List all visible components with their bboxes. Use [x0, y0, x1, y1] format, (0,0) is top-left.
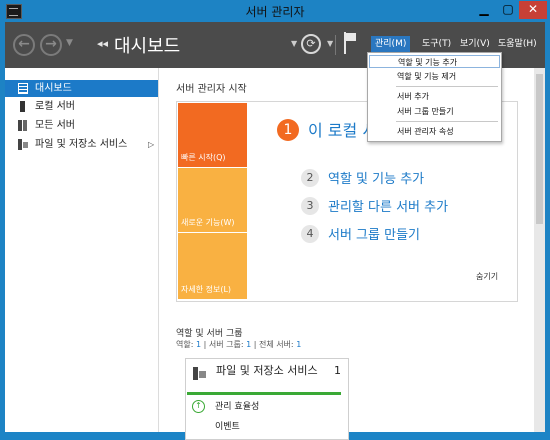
refresh-dropdown-icon[interactable]: ▼: [327, 39, 333, 48]
menu-manage[interactable]: 관리(M): [371, 36, 411, 53]
menu-item-add-servers[interactable]: 서버 추가: [369, 90, 500, 103]
maximize-button[interactable]: ▢: [497, 1, 519, 19]
card-row-manageability[interactable]: ↑ 관리 효율성: [192, 399, 259, 413]
menu-separator: [396, 86, 498, 87]
expand-arrow-icon[interactable]: ▷: [148, 136, 154, 153]
scrollbar-thumb[interactable]: [536, 74, 543, 224]
breadcrumb-dropdown-icon[interactable]: ▼: [291, 39, 297, 48]
title-bar[interactable]: 서버 관리자 ▁ ▢ ✕: [0, 0, 550, 22]
server-icon: [20, 101, 25, 112]
servers-icon: [18, 120, 28, 131]
groups-count-label: 서버 그룹:: [208, 340, 247, 349]
sidebar-item-label: 로컬 서버: [35, 101, 75, 112]
menu-item-label: 서버 그룹 만들기: [397, 107, 454, 116]
tile-label: 자세한 정보(L): [181, 285, 232, 294]
menu-tools[interactable]: 도구(T): [418, 36, 455, 53]
card-count: 1: [334, 364, 341, 377]
total-count: 1: [296, 340, 302, 349]
status-bar: [187, 392, 341, 395]
forward-button[interactable]: →: [40, 34, 62, 56]
menu-item-label: 역할 및 기능 추가: [398, 58, 458, 67]
breadcrumb-arrows-icon: ◂◂: [97, 37, 109, 50]
welcome-title: 서버 관리자 시작: [176, 84, 247, 95]
sidebar-item-label: 모든 서버: [35, 120, 75, 131]
tile-quick-start[interactable]: 빠른 시작(Q): [178, 103, 247, 167]
step-4-number: 4: [301, 225, 319, 243]
menu-view[interactable]: 보기(V): [456, 36, 494, 53]
sidebar-item-local-server[interactable]: 로컬 서버: [5, 98, 158, 115]
step-3-number: 3: [301, 197, 319, 215]
menu-item-label: 서버 추가: [397, 92, 429, 101]
count-separator: |: [251, 340, 259, 349]
breadcrumb: 대시보드: [114, 36, 181, 57]
step-2-number: 2: [301, 169, 319, 187]
status-up-icon: ↑: [192, 400, 205, 413]
role-card-file-storage[interactable]: 파일 및 저장소 서비스 1 ↑ 관리 효율성 이벤트: [185, 358, 349, 440]
menu-item-label: 역할 및 기능 제거: [397, 72, 457, 81]
file-storage-icon: [193, 367, 207, 380]
sidebar-item-label: 대시보드: [35, 83, 72, 94]
sidebar-item-label: 파일 및 저장소 서비스: [35, 139, 128, 150]
step-3-link[interactable]: 관리할 다른 서버 추가: [328, 196, 448, 215]
card-title: 파일 및 저장소 서비스: [216, 364, 318, 377]
card-row-label: 관리 효율성: [215, 402, 260, 412]
vertical-scrollbar[interactable]: [534, 68, 545, 432]
sidebar-item-file-storage[interactable]: 파일 및 저장소 서비스 ▷: [5, 136, 158, 153]
tile-label: 빠른 시작(Q): [181, 153, 226, 162]
menu-item-label: 서버 관리자 속성: [397, 127, 454, 136]
step-4-link[interactable]: 서버 그룹 만들기: [328, 224, 420, 243]
sidebar-item-all-servers[interactable]: 모든 서버: [5, 117, 158, 134]
menu-item-remove-roles[interactable]: 역할 및 기능 제거: [369, 70, 500, 83]
tile-learn-more[interactable]: 자세한 정보(L): [178, 233, 247, 299]
hide-link[interactable]: 숨기기: [476, 271, 498, 282]
minimize-button[interactable]: ▁: [473, 1, 495, 19]
count-separator: |: [201, 340, 209, 349]
sidebar-item-dashboard[interactable]: 대시보드: [5, 80, 158, 97]
file-storage-icon: [18, 139, 28, 150]
total-count-label: 전체 서버:: [258, 340, 297, 349]
window-frame: 서버 관리자 ▁ ▢ ✕ ← → ▼ ◂◂ 대시보드 ▼ ⟳ ▼ 관리(M) 도…: [0, 0, 550, 440]
sidebar: 대시보드 로컬 서버 모든 서버 파일 및 저장소 서비스 ▷: [5, 68, 159, 432]
window-title: 서버 관리자: [245, 5, 305, 19]
menu-item-properties[interactable]: 서버 관리자 속성: [369, 125, 500, 138]
roles-title: 역할 및 서버 그룹: [176, 329, 243, 339]
step-1-number: 1: [277, 119, 299, 141]
menu-help[interactable]: 도움말(H): [494, 36, 541, 53]
roles-counts: 역할: 1 | 서버 그룹: 1 | 전체 서버: 1: [176, 339, 301, 350]
step-2-link[interactable]: 역할 및 기능 추가: [328, 168, 424, 187]
card-row-events[interactable]: 이벤트: [215, 419, 240, 432]
tile-whats-new[interactable]: 새로운 기능(W): [178, 168, 247, 232]
back-button[interactable]: ←: [13, 34, 35, 56]
toolbar-separator: [335, 35, 336, 55]
menu-item-add-roles[interactable]: 역할 및 기능 추가: [369, 55, 500, 68]
menu-separator: [396, 121, 498, 122]
notifications-flag-icon[interactable]: [342, 32, 358, 54]
menu-item-create-server-group[interactable]: 서버 그룹 만들기: [369, 105, 500, 118]
dashboard-icon: [18, 83, 28, 94]
manage-dropdown-menu: 역할 및 기능 추가 역할 및 기능 제거 서버 추가 서버 그룹 만들기 서버…: [367, 52, 502, 142]
close-button[interactable]: ✕: [519, 1, 547, 19]
tile-label: 새로운 기능(W): [181, 218, 235, 227]
refresh-button[interactable]: ⟳: [301, 34, 321, 54]
history-dropdown-icon[interactable]: ▼: [66, 38, 73, 48]
roles-count-label: 역할:: [176, 340, 196, 349]
card-row-label: 이벤트: [215, 422, 240, 432]
